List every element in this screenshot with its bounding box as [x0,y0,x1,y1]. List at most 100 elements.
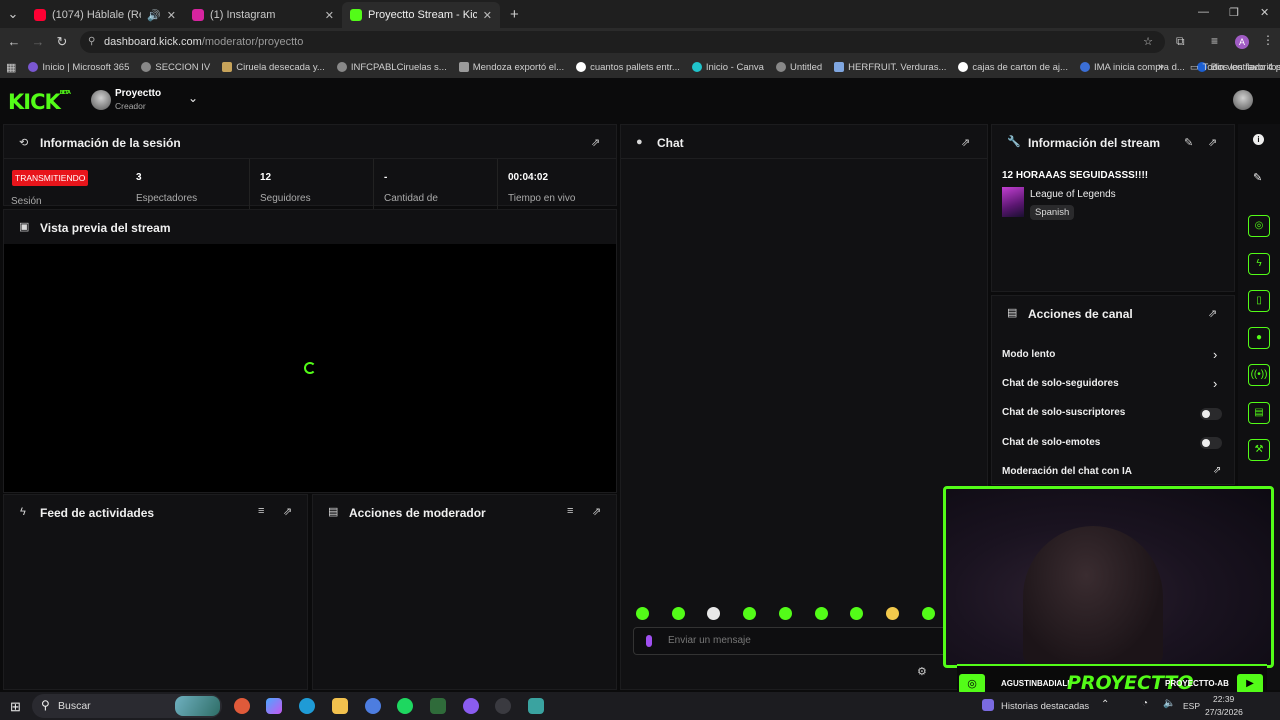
emote-icon[interactable] [850,607,863,620]
emote-icon[interactable] [779,607,792,620]
bookmark[interactable]: cuantos pallets entr... [576,62,680,73]
playlist-icon[interactable]: ≡ [1211,34,1218,48]
profile-avatar[interactable]: A [1235,35,1249,49]
rail-target-icon[interactable]: ◎ [1248,215,1270,237]
emote-icon[interactable] [922,607,935,620]
copilot-icon[interactable] [266,698,282,714]
popout-icon[interactable]: ⇗ [283,505,292,518]
restore-icon[interactable]: ❐ [1229,6,1239,19]
bookmark[interactable]: Untitled [775,62,822,73]
emote-icon[interactable] [815,607,828,620]
rail-bolt-icon[interactable]: ϟ [1248,253,1270,275]
channel-name[interactable]: Proyectto [115,88,161,99]
emotes-only-toggle[interactable] [1200,437,1222,449]
app-icon[interactable] [495,698,511,714]
popout-icon[interactable]: ⇗ [591,136,600,149]
apps-icon[interactable]: ▦ [6,61,16,74]
emote-icon[interactable] [743,607,756,620]
bookmark[interactable]: cajas de carton de aj... [958,62,1068,73]
app-icon[interactable] [528,698,544,714]
extensions-icon[interactable]: ⧉ [1176,34,1185,49]
chat-settings-gear-icon[interactable]: ⚙ [917,665,927,678]
channel-avatar[interactable] [91,90,111,110]
chrome-icon[interactable] [234,698,250,714]
popout-icon[interactable]: ⇗ [1208,136,1217,149]
edge-icon[interactable] [299,698,315,714]
info-icon[interactable]: i [1253,134,1264,145]
bookmark[interactable]: Inicio - Canva [691,62,764,73]
news-label[interactable]: Historias destacadas [1001,701,1089,712]
filter-icon[interactable]: ≡ [567,505,573,517]
bookmark[interactable]: Inicio | Microsoft 365 [28,62,129,73]
wifi-icon[interactable]: ◔ [1142,698,1148,709]
edit-icon[interactable]: ✎ [1253,171,1262,184]
kick-logo[interactable]: KICKBETA [8,90,71,114]
windows-start-icon[interactable]: ⊞ [10,699,21,715]
menu-icon[interactable]: ⋮ [1262,33,1274,47]
forward-icon[interactable]: → [27,34,49,49]
mic-icon[interactable] [646,635,652,647]
clock-date[interactable]: 27/3/2026 [1205,707,1243,717]
emote-icon[interactable] [672,607,685,620]
emote-icon[interactable] [886,607,899,620]
action-followers-only[interactable]: Chat de solo-seguidores [1002,378,1119,389]
bookmark[interactable]: SECCION IV [141,62,210,73]
tab-youtube[interactable]: (1074) Háblale (Remix) - Oz 🔊 ✕ [26,2,184,28]
action-slow-mode[interactable]: Modo lento [1002,349,1055,360]
close-tab-icon[interactable]: ✕ [325,9,334,22]
channel-switch-chevron-icon[interactable]: ⌄ [188,91,198,105]
rail-broadcast-icon[interactable]: ((•)) [1248,364,1270,386]
lang-label[interactable]: ESP [1183,701,1200,711]
subscribers-only-toggle[interactable] [1200,408,1222,420]
bookmark[interactable]: HERFRUIT. Verduras... [834,62,946,73]
news-icon[interactable] [982,699,994,711]
tray-chevron-icon[interactable]: ⌃ [1101,699,1109,710]
new-tab-button[interactable]: + [510,6,519,23]
tab-instagram[interactable]: (1) Instagram ✕ [184,2,342,28]
rail-list-icon[interactable]: ▤ [1248,402,1270,424]
chevron-right-icon[interactable]: › [1213,376,1217,391]
taskbar-search[interactable]: ⚲ Buscar [32,694,222,718]
app-icon[interactable] [365,698,381,714]
rail-document-icon[interactable]: ▯ [1248,290,1270,312]
reload-icon[interactable]: ↻ [51,34,73,50]
site-info-icon[interactable]: ⚲ [88,31,95,53]
volume-icon[interactable]: 🔈 [1163,698,1175,709]
chevron-right-icon[interactable]: › [1213,347,1217,362]
action-ai-moderation[interactable]: Moderación del chat con IA [1002,466,1132,477]
star-icon[interactable]: ☆ [1143,31,1153,53]
rail-wrench-icon[interactable]: ⚒ [1248,439,1270,461]
popout-icon[interactable]: ⇗ [961,136,970,149]
action-emotes-only[interactable]: Chat de solo-emotes [1002,437,1100,448]
popout-icon[interactable]: ⇗ [1208,307,1217,320]
bookmark[interactable]: INFCPABLCiruelas s... [336,62,447,73]
close-tab-icon[interactable]: ✕ [167,9,176,22]
user-avatar[interactable] [1233,90,1253,110]
bookmark[interactable]: Mendoza exportó el... [458,62,564,73]
file-explorer-icon[interactable] [332,698,348,714]
app-icon[interactable] [463,698,479,714]
popout-icon[interactable]: ⇗ [592,505,601,518]
all-favorites-folder[interactable]: ▭ Todos los favoritos [1190,62,1280,73]
external-link-icon[interactable]: ⇗ [1213,465,1221,476]
more-bookmarks-button[interactable]: » [1158,61,1164,73]
spotify-icon[interactable] [397,698,413,714]
chat-input[interactable]: Enviar un mensaje [633,627,953,655]
edit-pencil-icon[interactable]: ✎ [1184,136,1193,149]
back-icon[interactable]: ← [3,34,25,49]
category-name[interactable]: League of Legends [1030,189,1116,200]
bookmark[interactable]: IMA inicia compra d... [1079,62,1185,73]
tab-search-icon[interactable]: ⌄ [0,6,26,22]
filter-icon[interactable]: ≡ [258,505,264,517]
app-icon[interactable] [430,698,446,714]
emote-icon[interactable] [636,607,649,620]
url-field[interactable]: ⚲ dashboard.kick.com/moderator/proyectto… [80,31,1165,53]
speaker-icon[interactable]: 🔊 [147,9,161,22]
minimize-icon[interactable]: — [1198,6,1209,18]
tab-kick-dashboard[interactable]: Proyectto Stream - Kick Dashb ✕ [342,2,500,28]
emote-icon[interactable] [707,607,720,620]
clock-time[interactable]: 22:39 [1213,694,1234,704]
close-window-icon[interactable]: ✕ [1260,6,1269,19]
bookmark[interactable]: Ciruela desecada y... [222,62,325,73]
action-subscribers-only[interactable]: Chat de solo-suscriptores [1002,407,1125,418]
